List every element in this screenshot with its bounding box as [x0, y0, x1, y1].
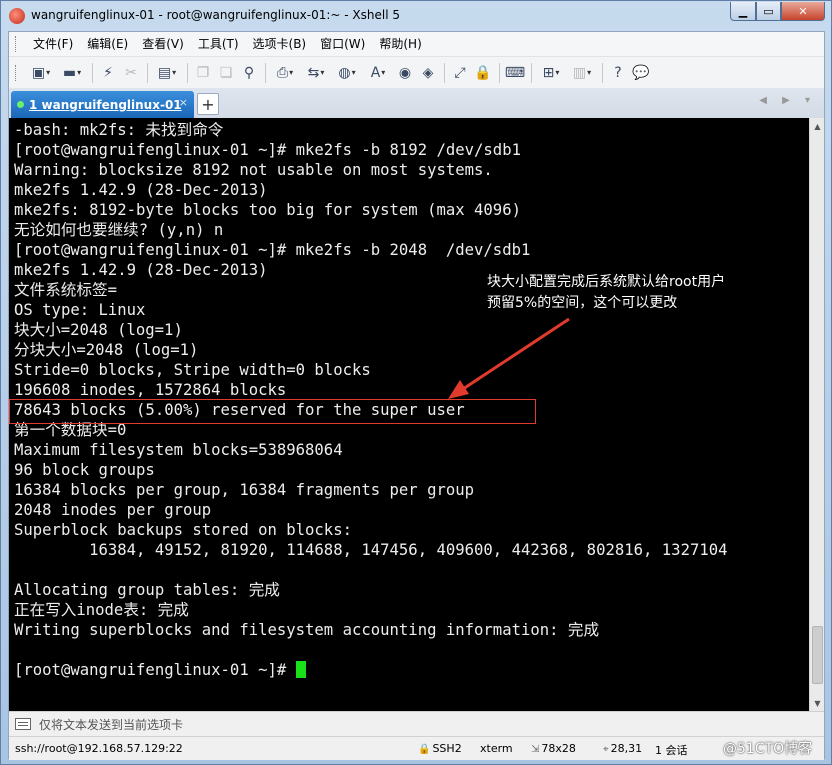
- watermark: @51CTO博客: [723, 741, 813, 757]
- xshell-window: wangruifenglinux-01 - root@wangruifengli…: [0, 0, 832, 765]
- annotation-arrow: [448, 317, 570, 399]
